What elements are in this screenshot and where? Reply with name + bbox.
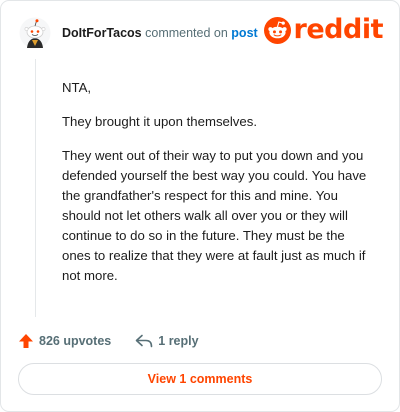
comment-paragraph: They went out of their way to put you do… (62, 148, 367, 283)
username-link[interactable]: DoItForTacos (62, 26, 142, 40)
reply-arrow-icon (135, 334, 153, 348)
reply-count: 1 reply (158, 334, 199, 348)
comment-paragraph: NTA, (62, 80, 92, 95)
reply-button[interactable]: 1 reply (135, 334, 199, 348)
snoo-avatar-icon (19, 17, 51, 49)
upvote-button[interactable]: 826 upvotes (18, 333, 111, 349)
comment-header: DoItForTacos commented on post reddit (19, 14, 384, 51)
comment-body: NTA, They brought it upon themselves. Th… (62, 78, 374, 300)
byline-action-text: commented on (145, 26, 228, 40)
view-comments-button[interactable]: View 1 comments (18, 363, 382, 395)
avatar[interactable] (19, 17, 51, 49)
comment-paragraph: They brought it upon themselves. (62, 114, 257, 129)
reddit-wordmark: reddit (293, 14, 384, 45)
reddit-logo[interactable]: reddit (263, 14, 384, 45)
thread-line[interactable] (35, 59, 36, 317)
upvote-count: 826 upvotes (39, 334, 112, 348)
post-link[interactable]: post (231, 26, 257, 40)
comment-byline: DoItForTacos commented on post (62, 26, 258, 40)
reddit-alien-icon (263, 16, 291, 44)
comment-actions: 826 upvotes 1 reply (18, 331, 199, 351)
comment-card: DoItForTacos commented on post reddit NT… (0, 0, 400, 412)
upvote-arrow-icon (19, 334, 33, 348)
